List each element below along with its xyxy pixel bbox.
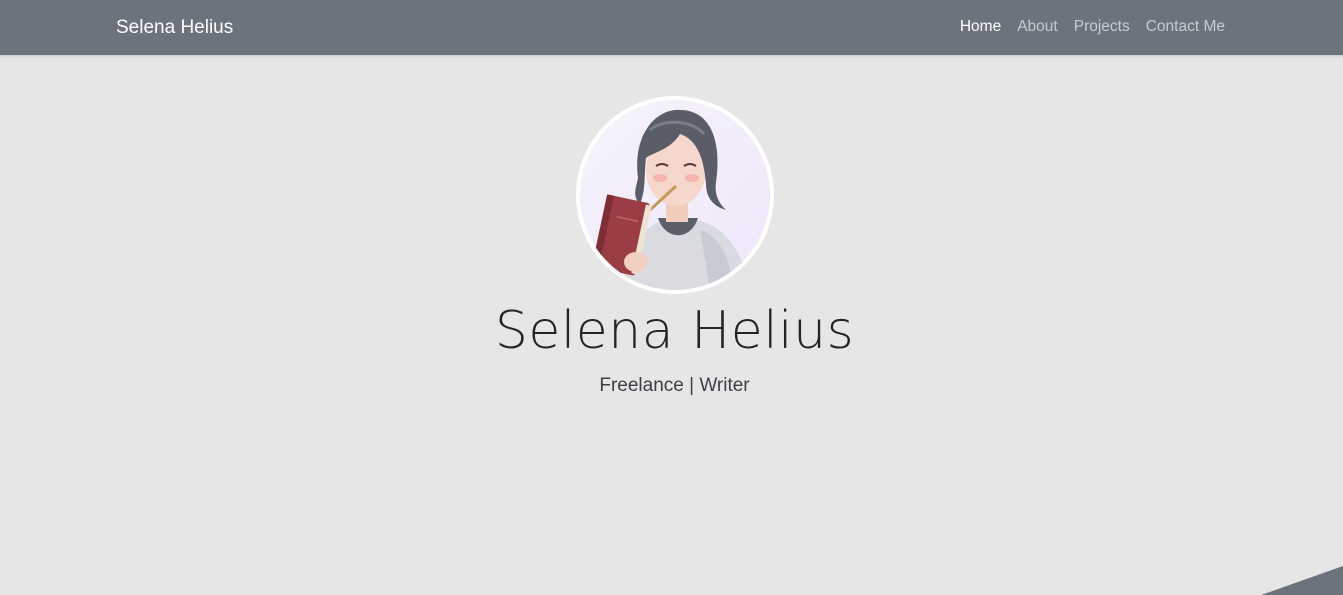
nav-home-link[interactable]: Home <box>960 17 1001 37</box>
hero-tagline: Freelance | Writer <box>599 375 750 396</box>
hero-name: Selena Helius <box>494 301 855 361</box>
profile-illustration-icon <box>580 100 770 290</box>
nav-links: Home About Projects Contact Me <box>960 17 1225 37</box>
profile-avatar <box>576 96 774 294</box>
nav-about-link[interactable]: About <box>1017 17 1058 37</box>
corner-decoration <box>1261 566 1343 595</box>
nav-contact-link[interactable]: Contact Me <box>1146 17 1225 37</box>
navbar: Selena Helius Home About Projects Contac… <box>0 0 1343 55</box>
nav-projects-link[interactable]: Projects <box>1074 17 1130 37</box>
brand-link[interactable]: Selena Helius <box>116 16 233 40</box>
